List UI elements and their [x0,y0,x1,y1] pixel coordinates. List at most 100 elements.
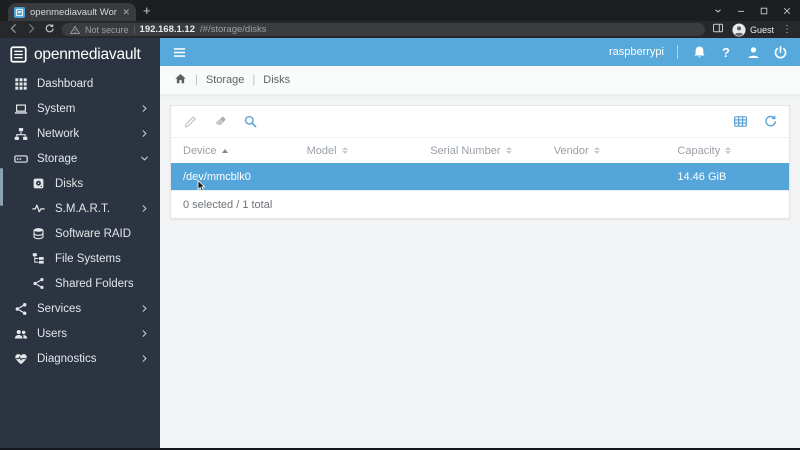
browser-tab[interactable]: openmediavault Workbench ✕ [8,3,136,21]
sidebar-item-label: Network [37,128,79,140]
sidebar-item-file-systems[interactable]: File Systems [0,246,160,271]
cell-device: /dev/mmcblk0 [171,171,295,183]
breadcrumb-item-disks[interactable]: Disks [263,74,290,86]
sidebar-item-shared-folders[interactable]: Shared Folders [0,271,160,296]
column-label: Capacity [677,145,720,157]
sidebar-item-dashboard[interactable]: Dashboard [0,71,160,96]
power-icon[interactable] [772,44,788,60]
omv-logo-icon [10,46,27,63]
favicon-icon [14,7,25,18]
wipe-eraser-icon[interactable] [212,114,228,130]
browser-tabstrip: openmediavault Workbench ✕ + [0,0,800,21]
tab-title: openmediavault Workbench [30,7,117,18]
reload-icon[interactable] [44,23,55,37]
home-icon[interactable] [174,72,187,88]
breadcrumb-separator: | [252,74,255,86]
chevron-right-icon [140,329,149,338]
column-header-vendor[interactable]: Vendor [542,145,666,157]
column-label: Vendor [554,145,589,157]
avatar-icon [732,23,746,37]
sidebar-item-storage[interactable]: Storage [0,146,160,171]
sidebar-item-label: System [37,103,75,115]
sidebar-item-label: Services [37,303,81,315]
screen: openmediavault Workbench ✕ + Not secure … [0,0,800,450]
side-panel-icon[interactable] [712,21,724,39]
sidebar-item-label: Disks [55,178,83,190]
disks-panel: Device Model Serial Number Vendor [170,105,790,219]
sidebar-item-software-raid[interactable]: Software RAID [0,221,160,246]
window-minimize-icon[interactable] [736,6,746,16]
sidebar-item-disks[interactable]: Disks [0,171,160,196]
url-path: /#/storage/disks [200,24,267,35]
sidebar-item-users[interactable]: Users [0,321,160,346]
url-host: 192.168.1.12 [140,24,195,35]
header-divider [677,45,678,59]
profile-avatar[interactable]: Guest [732,23,774,37]
sidebar-item-smart[interactable]: S.M.A.R.T. [0,196,160,221]
sidebar-item-diagnostics[interactable]: Diagnostics [0,346,160,371]
column-header-serial-number[interactable]: Serial Number [418,145,542,157]
pill-divider [134,25,135,34]
column-label: Serial Number [430,145,500,157]
content-area: Device Model Serial Number Vendor [160,95,800,450]
database-icon [31,226,46,241]
reload-icon[interactable] [762,114,778,130]
column-header-capacity[interactable]: Capacity [665,145,789,157]
column-header-model[interactable]: Model [295,145,419,157]
not-secure-warning-icon [70,25,80,35]
forward-icon[interactable] [26,23,37,37]
datatable-toolbar [171,106,789,138]
window-close-icon[interactable] [782,6,792,16]
storage-icon [13,151,28,166]
sort-ascending-icon [222,149,228,153]
url-field[interactable]: Not secure 192.168.1.12 /#/storage/disks [62,23,705,36]
breadcrumb-item-storage[interactable]: Storage [206,74,245,86]
security-label: Not secure [85,25,129,35]
help-icon[interactable]: ? [718,44,734,60]
sidebar-item-label: S.M.A.R.T. [55,203,110,215]
window-menu-icon[interactable] [713,6,723,16]
column-header-device[interactable]: Device [171,145,295,157]
app-header: raspberrypi ? [160,38,800,66]
sort-icon [506,147,512,155]
search-icon[interactable] [242,114,258,130]
sidebar-item-label: Software RAID [55,228,131,240]
dashboard-icon [13,76,28,91]
back-icon[interactable] [8,23,19,37]
edit-pencil-icon[interactable] [182,114,198,130]
browser-urlbar: Not secure 192.168.1.12/#/storage/disks … [0,21,800,38]
column-label: Device [183,145,217,157]
new-tab-button[interactable]: + [143,3,151,19]
chevron-right-icon [140,204,149,213]
user-account-icon[interactable] [745,44,761,60]
profile-label: Guest [750,25,774,35]
sort-icon [725,147,731,155]
notifications-bell-icon[interactable] [691,44,707,60]
selection-count-label: 0 selected / 1 total [183,199,272,211]
browser-menu-icon[interactable]: ⋮ [782,24,792,35]
sidebar-item-system[interactable]: System [0,96,160,121]
sidebar-item-services[interactable]: Services [0,296,160,321]
sidebar-item-label: Dashboard [37,78,93,90]
share-icon [13,301,28,316]
breadcrumb: | Storage | Disks [160,66,800,95]
cell-capacity: 14.46 GiB [665,171,789,183]
hamburger-menu-icon[interactable] [172,45,187,60]
sidebar-item-label: Diagnostics [37,353,96,365]
sidebar-item-label: Shared Folders [55,278,134,290]
table-row[interactable]: /dev/mmcblk0 14.46 GiB [171,163,789,190]
table-footer: 0 selected / 1 total [171,190,789,218]
users-icon [13,326,28,341]
sidebar: openmediavault Dashboard System Network … [0,38,160,450]
column-label: Model [307,145,337,157]
chevron-right-icon [140,104,149,113]
sidebar-item-network[interactable]: Network [0,121,160,146]
share-icon [31,276,46,291]
sidebar-scrollbar-thumb[interactable] [0,168,3,206]
chevron-right-icon [140,129,149,138]
tab-close-icon[interactable]: ✕ [122,7,130,18]
sort-icon [594,147,600,155]
column-settings-grid-icon[interactable] [732,114,748,130]
chevron-down-icon [140,154,149,163]
window-maximize-icon[interactable] [759,6,769,16]
